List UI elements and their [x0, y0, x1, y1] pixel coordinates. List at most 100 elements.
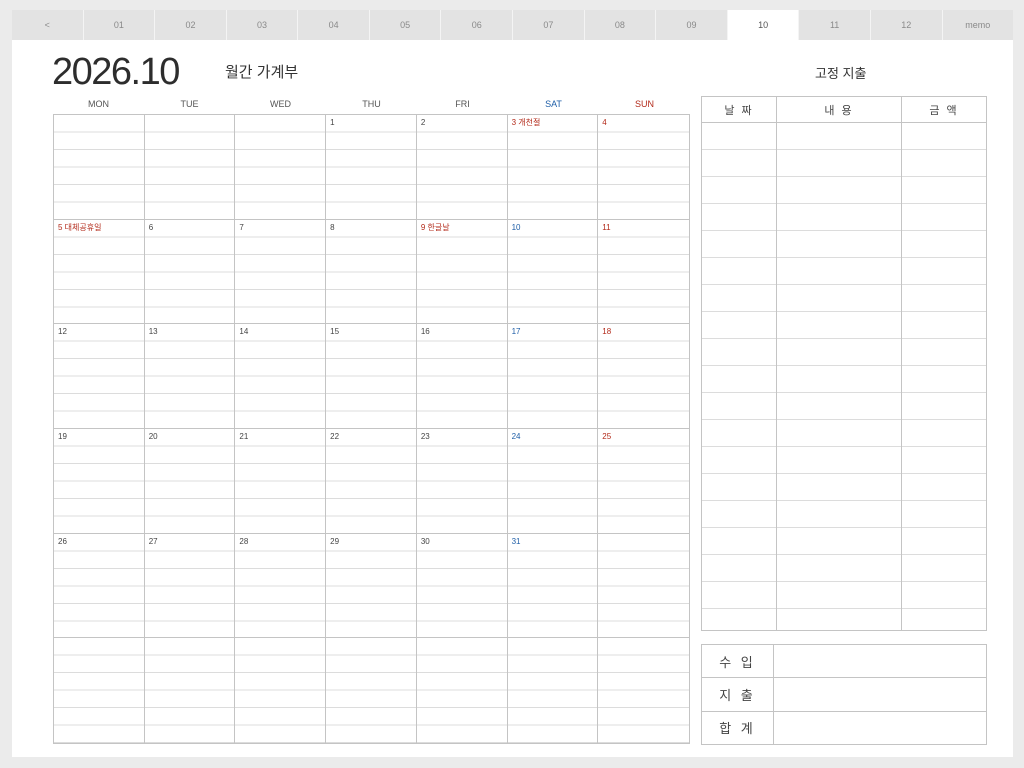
- calendar-day-cell[interactable]: 15: [326, 324, 417, 429]
- page-title: 2026.10: [52, 51, 180, 93]
- calendar-day-cell[interactable]: 16: [416, 324, 508, 429]
- calendar-day-cell[interactable]: 9 한글날: [416, 219, 508, 325]
- back-tab[interactable]: <: [12, 10, 84, 40]
- calendar-day-cell[interactable]: [598, 533, 689, 639]
- calendar-day-cell[interactable]: 11: [598, 219, 689, 325]
- tab-month-09[interactable]: 09: [656, 10, 728, 40]
- page-subtitle: 월간 가계부: [225, 64, 299, 81]
- day-number: 21: [239, 431, 251, 442]
- calendar-day-cell[interactable]: 25: [598, 428, 689, 534]
- day-number: 20: [148, 431, 160, 442]
- calendar-day-cell[interactable]: [144, 638, 236, 743]
- calendar-day-cell[interactable]: [54, 115, 145, 220]
- weekday-fri: FRI: [455, 99, 470, 109]
- amount-column[interactable]: [902, 123, 986, 630]
- tab-month-06[interactable]: 06: [441, 10, 514, 40]
- tab-month-05[interactable]: 05: [369, 10, 442, 40]
- tab-month-10[interactable]: 10: [727, 10, 800, 40]
- tab-month-12[interactable]: 12: [870, 10, 943, 40]
- calendar-day-cell[interactable]: [235, 638, 327, 743]
- day-number: 7: [239, 222, 246, 233]
- fixed-expense-rows[interactable]: [702, 123, 986, 630]
- day-number: 27: [148, 536, 160, 547]
- calendar-day-cell[interactable]: 7: [235, 219, 327, 325]
- weekday-mon: MON: [88, 99, 109, 109]
- day-number: 13: [148, 327, 160, 338]
- weekday-thu: THU: [362, 99, 381, 109]
- weekday-sat: SAT: [545, 99, 562, 109]
- calendar-day-cell[interactable]: 23: [416, 428, 508, 534]
- day-number: 18: [602, 327, 614, 338]
- summary-row-expense: 지 출: [702, 678, 986, 712]
- calendar-day-cell[interactable]: 28: [235, 533, 327, 639]
- total-value-field[interactable]: [774, 712, 986, 744]
- column-header-date: 날 짜: [702, 97, 777, 122]
- day-number: 12: [58, 327, 69, 338]
- day-number: 23: [420, 431, 432, 442]
- weekday-wed: WED: [270, 99, 291, 109]
- calendar-day-cell[interactable]: 21: [235, 428, 327, 534]
- day-number: 17: [511, 327, 523, 338]
- day-number: 9 한글날: [420, 222, 452, 233]
- fixed-expense-title: 고정 지출: [815, 66, 867, 81]
- calendar-day-cell[interactable]: 31: [507, 533, 599, 639]
- summary-row-income: 수 입: [702, 645, 986, 679]
- calendar-day-cell[interactable]: 10: [507, 219, 599, 325]
- calendar-day-cell[interactable]: 3 개천절: [507, 115, 599, 220]
- day-number: 1: [330, 118, 337, 128]
- calendar-day-cell[interactable]: [598, 638, 689, 743]
- calendar-day-cell[interactable]: 2: [416, 115, 508, 220]
- calendar-day-cell[interactable]: [416, 638, 508, 743]
- day-number: 6: [148, 222, 156, 233]
- summary-row-total: 합 계: [702, 711, 986, 744]
- calendar-day-cell[interactable]: 17: [507, 324, 599, 429]
- calendar-day-cell[interactable]: [507, 638, 599, 743]
- tab-month-07[interactable]: 07: [513, 10, 585, 40]
- calendar-day-cell[interactable]: 5 대체공휴일: [54, 219, 145, 325]
- calendar-day-cell[interactable]: 4: [598, 115, 689, 220]
- day-number: 5 대체공휴일: [58, 222, 104, 233]
- calendar-day-cell[interactable]: 19: [54, 428, 145, 534]
- tab-month-01[interactable]: 01: [83, 10, 156, 40]
- calendar-grid: 123 개천절 4 5 대체공휴일 6 7 8 9 한글날 10 11 12 13 14 15 16 17 1…: [53, 114, 690, 744]
- day-number: 11: [602, 222, 613, 233]
- tab-month-11[interactable]: 11: [799, 10, 871, 40]
- tab-month-03[interactable]: 03: [226, 10, 299, 40]
- date-column[interactable]: [702, 123, 777, 630]
- calendar-day-cell[interactable]: [144, 115, 236, 220]
- day-number: 2: [420, 118, 428, 128]
- day-number: 8: [330, 222, 337, 233]
- income-value-field[interactable]: [774, 645, 986, 677]
- calendar-day-cell[interactable]: 22: [326, 428, 417, 534]
- tab-month-08[interactable]: 08: [584, 10, 657, 40]
- day-number: 30: [420, 536, 432, 547]
- calendar-day-cell[interactable]: 1: [326, 115, 417, 220]
- expense-value-field[interactable]: [774, 678, 986, 710]
- calendar-day-cell[interactable]: 30: [416, 533, 508, 639]
- calendar-day-cell[interactable]: 8: [326, 219, 417, 325]
- tab-month-02[interactable]: 02: [155, 10, 227, 40]
- summary-table: 수 입 지 출 합 계: [701, 644, 987, 745]
- day-number: 14: [239, 327, 251, 338]
- calendar-day-cell[interactable]: 27: [144, 533, 236, 639]
- content-column[interactable]: [777, 123, 902, 630]
- calendar-day-cell[interactable]: 26: [54, 533, 145, 639]
- day-number: 28: [239, 536, 251, 547]
- calendar-day-cell[interactable]: 12: [54, 324, 145, 429]
- tab-memo[interactable]: memo: [942, 10, 1014, 40]
- calendar-day-cell[interactable]: [326, 638, 417, 743]
- calendar-day-cell[interactable]: 29: [326, 533, 417, 639]
- tab-month-04[interactable]: 04: [298, 10, 370, 40]
- calendar-day-cell[interactable]: 18: [598, 324, 689, 429]
- day-number: 3 개천절: [511, 118, 543, 128]
- calendar-day-cell[interactable]: [235, 115, 327, 220]
- column-header-amount: 금 액: [929, 104, 959, 117]
- calendar-day-cell[interactable]: 6: [144, 219, 236, 325]
- calendar-day-cell[interactable]: 24: [507, 428, 599, 534]
- calendar-day-cell[interactable]: 20: [144, 428, 236, 534]
- calendar-day-cell[interactable]: [54, 638, 145, 743]
- calendar-day-cell[interactable]: 14: [235, 324, 327, 429]
- weekday-sun: SUN: [634, 99, 654, 109]
- calendar-day-cell[interactable]: 13: [144, 324, 236, 429]
- weekday-header: MON TUE WED THU FRI SAT SUN: [53, 99, 690, 113]
